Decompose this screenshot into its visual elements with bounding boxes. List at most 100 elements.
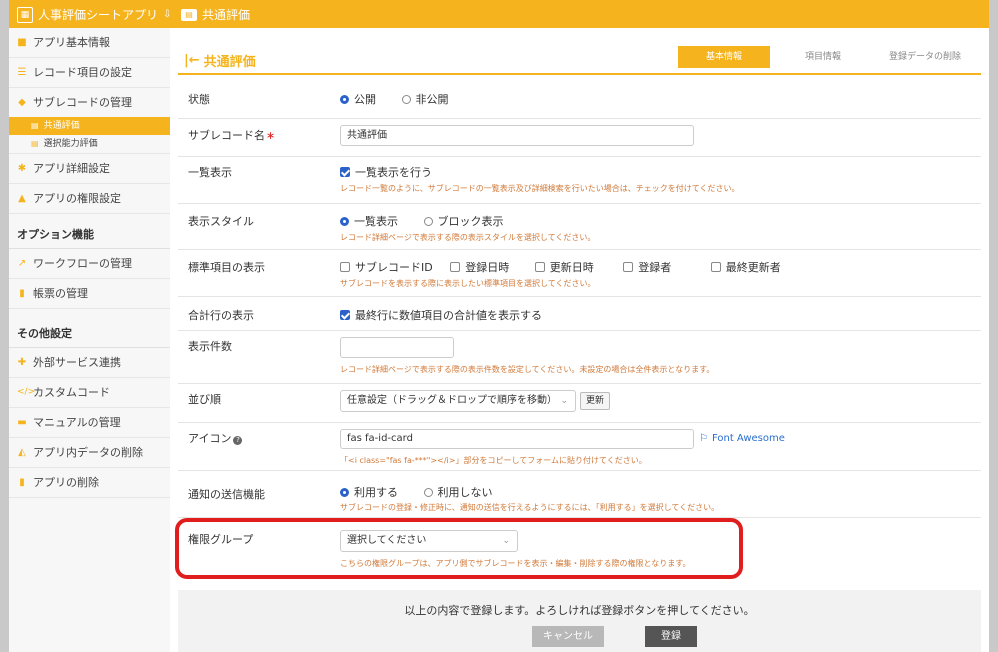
sidebar-item-subrecords[interactable]: ◆ サブレコードの管理 xyxy=(9,88,170,117)
tab-field-info[interactable]: 項目情報 xyxy=(778,46,868,68)
row-standard-fields: 標準項目の表示 サブレコードID 登録日時 更新日時 登録者 最終更新者 サブレ… xyxy=(178,250,981,297)
workflow-icon: ↗ xyxy=(17,258,27,269)
sidebar-item-workflow[interactable]: ↗ ワークフローの管理 xyxy=(9,249,170,279)
sidebar-item-basic-info[interactable]: ■ アプリ基本情報 xyxy=(9,28,170,58)
row-list-display: 一覧表示 一覧表示を行う レコード一覧のように、サブレコードの一覧表示及び詳細検… xyxy=(178,157,981,204)
notify-nouse-option[interactable]: 利用しない xyxy=(423,484,493,500)
app-title-text: 人事評価シートアプリ xyxy=(38,8,159,22)
sidebar-item-manual[interactable]: ▬ マニュアルの管理 xyxy=(9,408,170,438)
subrecord-name-input[interactable]: 共通評価 xyxy=(340,125,694,146)
sidebar-item-label: アプリ基本情報 xyxy=(33,36,110,49)
sidebar-section-options: オプション機能 xyxy=(9,220,170,249)
radio-use[interactable] xyxy=(340,488,349,497)
sidebar-item-forms[interactable]: ▮ 帳票の管理 xyxy=(9,279,170,309)
checkbox-created[interactable] xyxy=(450,262,461,272)
radio-list[interactable] xyxy=(340,217,349,226)
sidebar-item-data-delete[interactable]: ◭ アプリ内データの削除 xyxy=(9,438,170,468)
checkbox-creator[interactable] xyxy=(623,262,634,272)
checkbox-total[interactable] xyxy=(340,310,350,320)
icon-input[interactable]: fas fa-id-card xyxy=(340,429,694,449)
style-list-option[interactable]: 一覧表示 xyxy=(340,213,398,229)
sidebar-subitem-label: 選択能力評価 xyxy=(43,139,98,149)
hint-standard-fields: サブレコードを表示する際に表示したい標準項目を選択してください。 xyxy=(340,279,596,288)
sidebar-item-custom-code[interactable]: </> カスタムコード xyxy=(9,378,170,408)
list-display-checkbox[interactable]: 一覧表示を行う xyxy=(340,164,432,180)
puzzle-icon: ✚ xyxy=(17,357,27,368)
sidebar-item-record-fields[interactable]: ☰ レコード項目の設定 xyxy=(9,58,170,88)
code-icon: </> xyxy=(17,387,36,397)
trash-icon: ▮ xyxy=(19,477,25,488)
checkbox-updated[interactable] xyxy=(534,262,545,272)
users-icon: ▲ xyxy=(18,193,26,204)
row-notification: 通知の送信機能 利用する 利用しない サブレコードの登録・修正時に、通知の送信を… xyxy=(178,471,981,518)
row-status: 状態 公開 非公開 xyxy=(178,76,981,119)
notification-options: 利用する 利用しない xyxy=(340,484,515,500)
app-title[interactable]: ▦ 人事評価シートアプリ ⇩ xyxy=(17,6,171,23)
display-style-options: 一覧表示 ブロック表示 xyxy=(340,213,526,229)
top-bar: ▦ 人事評価シートアプリ ⇩ ▤ 共通評価 xyxy=(9,0,989,28)
notify-use-option[interactable]: 利用する xyxy=(340,484,398,500)
style-block-option[interactable]: ブロック表示 xyxy=(423,213,504,229)
status-private-option[interactable]: 非公開 xyxy=(401,91,449,107)
font-awesome-link[interactable]: ⚐ Font Awesome xyxy=(699,433,785,444)
field-last-updater-option[interactable]: 最終更新者 xyxy=(710,259,781,275)
flag-icon: ⚐ xyxy=(699,433,708,444)
sidebar-subitem-select-eval[interactable]: ▤ 選択能力評価 xyxy=(9,135,170,154)
radio-private[interactable] xyxy=(401,95,411,104)
label-sort: 並び順 xyxy=(188,393,221,406)
sort-select[interactable]: 任意設定（ドラッグ＆ドロップで順序を移動） ⌄ xyxy=(340,390,576,412)
field-updated-option[interactable]: 更新日時 xyxy=(534,259,594,275)
sidebar-item-app-permissions[interactable]: ▲ アプリの権限設定 xyxy=(9,184,170,214)
sidebar: ■ アプリ基本情報 ☰ レコード項目の設定 ◆ サブレコードの管理 ▤ 共通評価… xyxy=(9,28,171,652)
radio-block[interactable] xyxy=(423,217,433,226)
row-display-count: 表示件数 レコード詳細ページで表示する際の表示件数を設定してください。未設定の場… xyxy=(178,331,981,384)
checkbox-last-updater[interactable] xyxy=(710,262,721,272)
back-arrow-icon[interactable]: |← xyxy=(184,53,200,68)
help-icon[interactable]: ? xyxy=(233,436,243,445)
sidebar-item-app-detail[interactable]: ✱ アプリ詳細設定 xyxy=(9,154,170,184)
table-icon: ▤ xyxy=(31,139,39,148)
label-icon: アイコン? xyxy=(188,430,243,446)
hint-display-style: レコード詳細ページで表示する際の表示スタイルを選択してください。 xyxy=(340,233,596,242)
sidebar-section-other: その他設定 xyxy=(9,319,170,348)
radio-no-use[interactable] xyxy=(423,488,433,497)
checkbox-subrecord-id[interactable] xyxy=(340,262,350,272)
field-created-option[interactable]: 登録日時 xyxy=(450,259,509,275)
document-icon: ▮ xyxy=(19,288,25,299)
radio-public[interactable] xyxy=(340,95,349,104)
submit-button[interactable]: 登録 xyxy=(645,626,697,647)
sidebar-item-app-delete[interactable]: ▮ アプリの削除 xyxy=(9,468,170,498)
sidebar-item-label: 外部サービス連携 xyxy=(33,356,121,369)
footer-message: 以上の内容で登録します。よろしければ登録ボタンを押してください。 xyxy=(404,604,755,617)
list-icon: ☰ xyxy=(17,67,27,78)
page-title: |← 共通評価 xyxy=(184,51,256,70)
page-title-text: 共通評価 xyxy=(203,55,256,70)
field-id-option[interactable]: サブレコードID xyxy=(340,259,433,275)
gear-icon: ✱ xyxy=(17,163,27,174)
checkbox-list-display[interactable] xyxy=(340,167,350,177)
sidebar-item-external[interactable]: ✚ 外部サービス連携 xyxy=(9,348,170,378)
sidebar-subitem-label: 共通評価 xyxy=(43,121,80,131)
cancel-button[interactable]: キャンセル xyxy=(532,626,604,647)
label-display-style: 表示スタイル xyxy=(188,215,254,228)
tab-basic-info[interactable]: 基本情報 xyxy=(678,46,770,68)
tab-delete-data[interactable]: 登録データの削除 xyxy=(875,46,975,68)
label-total: 合計行の表示 xyxy=(188,309,254,322)
sidebar-subitem-common-eval[interactable]: ▤ 共通評価 xyxy=(9,117,170,135)
sidebar-item-label: マニュアルの管理 xyxy=(33,416,121,429)
display-count-input[interactable] xyxy=(340,337,454,358)
total-row-checkbox[interactable]: 最終行に数値項目の合計値を表示する xyxy=(340,307,542,323)
field-creator-option[interactable]: 登録者 xyxy=(623,259,671,275)
row-total: 合計行の表示 最終行に数値項目の合計値を表示する xyxy=(178,297,981,331)
data-delete-icon: ◭ xyxy=(18,447,26,458)
sort-update-button[interactable]: 更新 xyxy=(580,392,611,410)
book-icon: ▬ xyxy=(17,417,27,428)
app-icon: ▦ xyxy=(17,6,33,23)
status-public-option[interactable]: 公開 xyxy=(340,91,376,107)
sidebar-item-label: アプリの削除 xyxy=(33,476,99,489)
hint-notification: サブレコードの登録・修正時に、通知の送信を行えるようにするには、「利用する」を選… xyxy=(340,503,720,512)
subrecord-icon: ◆ xyxy=(18,97,26,108)
annotation-highlight xyxy=(175,518,743,579)
breadcrumb[interactable]: ▤ 共通評価 xyxy=(181,6,250,23)
row-display-style: 表示スタイル 一覧表示 ブロック表示 レコード詳細ページで表示する際の表示スタイ… xyxy=(178,204,981,250)
